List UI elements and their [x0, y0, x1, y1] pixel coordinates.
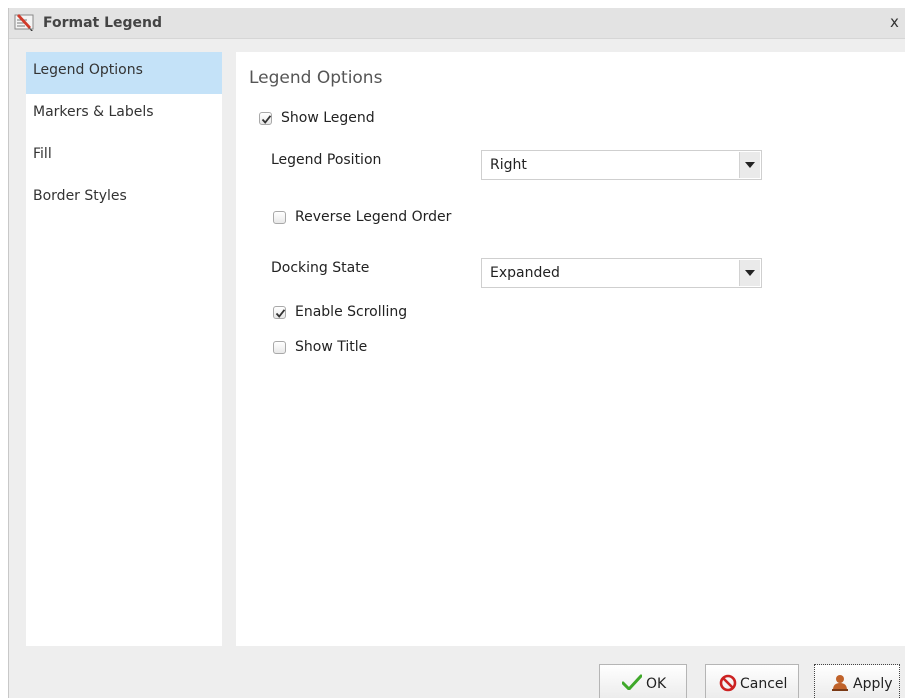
- dialog-title: Format Legend: [43, 15, 163, 31]
- show-legend-label: Show Legend: [281, 110, 375, 126]
- checkmark-icon: [275, 309, 286, 318]
- docking-state-select[interactable]: Expanded: [481, 258, 762, 288]
- sidebar-item-label: Fill: [33, 146, 52, 162]
- ok-label: OK: [646, 676, 667, 692]
- user-stamp-icon: [831, 674, 849, 696]
- triangle-down-icon: [739, 260, 760, 286]
- cancel-label: Cancel: [740, 676, 788, 692]
- docking-state-value: Expanded: [490, 265, 560, 281]
- cancel-button[interactable]: Cancel: [705, 664, 799, 698]
- sidebar: Legend Options Markers & Labels Fill Bor…: [26, 52, 222, 646]
- section-title: Legend Options: [249, 68, 383, 88]
- show-title-checkbox[interactable]: [273, 341, 286, 354]
- enable-scrolling-checkbox[interactable]: [273, 306, 286, 319]
- sidebar-item-label: Legend Options: [33, 62, 143, 78]
- format-legend-icon: [13, 12, 35, 32]
- enable-scrolling-label: Enable Scrolling: [295, 304, 408, 320]
- format-legend-dialog: Format Legend x Legend Options Markers &…: [8, 8, 905, 698]
- checkmark-icon: [621, 674, 643, 694]
- reverse-legend-order-label: Reverse Legend Order: [295, 209, 452, 225]
- reverse-legend-order-checkbox[interactable]: [273, 211, 286, 224]
- checkmark-icon: [261, 115, 272, 124]
- sidebar-item-label: Border Styles: [33, 188, 127, 204]
- sidebar-item-label: Markers & Labels: [33, 104, 154, 120]
- triangle-down-icon: [739, 152, 760, 178]
- show-title-label: Show Title: [295, 339, 368, 355]
- sidebar-item-border-styles[interactable]: Border Styles: [26, 178, 222, 220]
- legend-position-select[interactable]: Right: [481, 150, 762, 180]
- prohibited-icon: [719, 674, 737, 696]
- show-legend-checkbox[interactable]: [259, 112, 272, 125]
- title-bar: Format Legend x: [9, 8, 905, 39]
- sidebar-item-fill[interactable]: Fill: [26, 136, 222, 178]
- legend-position-value: Right: [490, 157, 527, 173]
- apply-button[interactable]: Apply: [814, 664, 900, 698]
- legend-position-label: Legend Position: [271, 152, 382, 168]
- ok-button[interactable]: OK: [599, 664, 687, 698]
- close-button[interactable]: x: [890, 13, 904, 31]
- sidebar-item-legend-options[interactable]: Legend Options: [26, 52, 222, 94]
- options-panel: Legend Options Show Legend Legend Positi…: [236, 52, 905, 646]
- docking-state-label: Docking State: [271, 260, 370, 276]
- sidebar-item-markers-labels[interactable]: Markers & Labels: [26, 94, 222, 136]
- apply-label: Apply: [853, 676, 893, 692]
